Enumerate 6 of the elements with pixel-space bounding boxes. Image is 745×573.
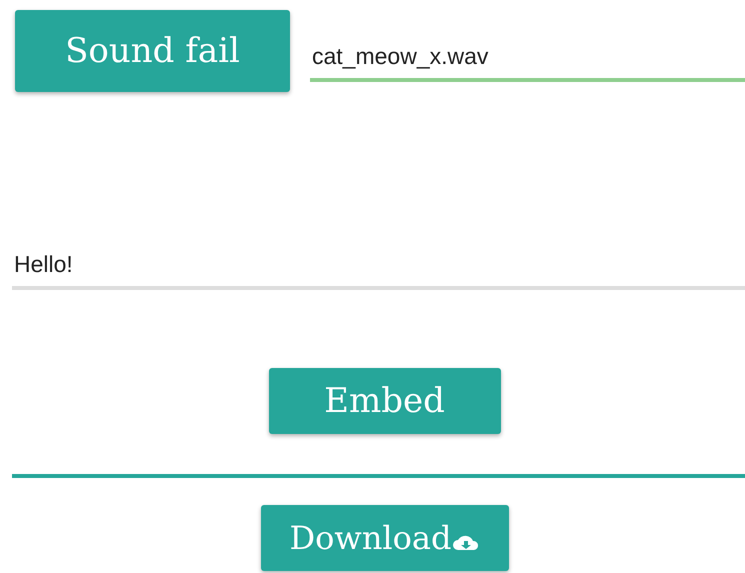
cloud-download-icon	[453, 533, 480, 551]
input-field[interactable]: Hello!	[12, 242, 745, 290]
sound-file-button[interactable]: Sound fail	[15, 10, 290, 92]
download-button[interactable]: Download	[260, 505, 508, 571]
input-field[interactable]: cat_meow_x.wav	[310, 34, 745, 82]
embed-button[interactable]: Embed	[268, 368, 500, 434]
